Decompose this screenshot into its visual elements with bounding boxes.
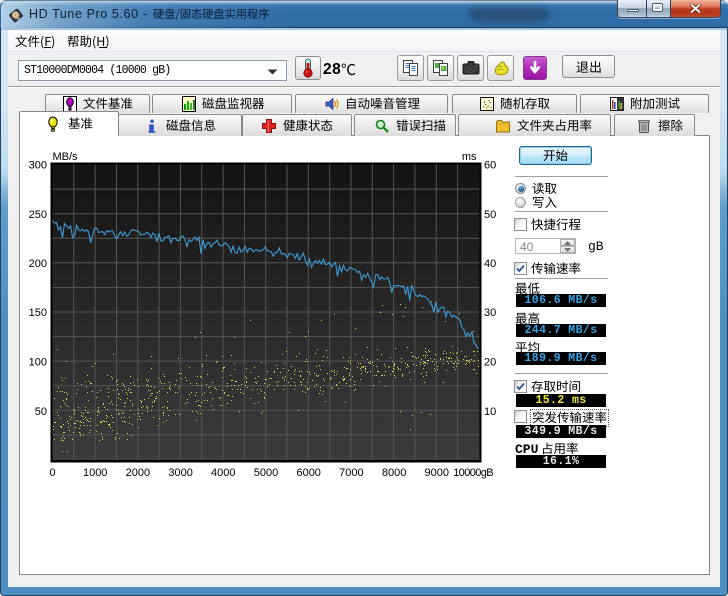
svg-text:10000gB: 10000gB — [453, 467, 493, 479]
svg-text:3000: 3000 — [168, 467, 192, 479]
svg-text:50: 50 — [35, 406, 47, 418]
svg-text:1000: 1000 — [83, 467, 107, 479]
svg-text:40: 40 — [484, 258, 496, 270]
svg-text:4000: 4000 — [211, 467, 235, 479]
svg-text:50: 50 — [484, 209, 496, 221]
svg-text:2000: 2000 — [126, 467, 150, 479]
svg-text:ms: ms — [462, 151, 477, 163]
svg-text:10: 10 — [484, 406, 496, 418]
svg-text:300: 300 — [29, 160, 47, 172]
svg-text:200: 200 — [29, 258, 47, 270]
svg-text:20: 20 — [484, 357, 496, 369]
svg-text:0: 0 — [49, 467, 55, 479]
svg-text:8000: 8000 — [382, 467, 406, 479]
svg-text:150: 150 — [29, 307, 47, 319]
svg-text:250: 250 — [29, 209, 47, 221]
svg-text:6000: 6000 — [296, 467, 320, 479]
svg-text:60: 60 — [484, 160, 496, 172]
svg-text:MB/s: MB/s — [53, 151, 79, 163]
svg-text:7000: 7000 — [339, 467, 363, 479]
svg-text:9000: 9000 — [425, 467, 449, 479]
svg-text:5000: 5000 — [254, 467, 278, 479]
svg-text:100: 100 — [29, 357, 47, 369]
svg-text:30: 30 — [484, 307, 496, 319]
